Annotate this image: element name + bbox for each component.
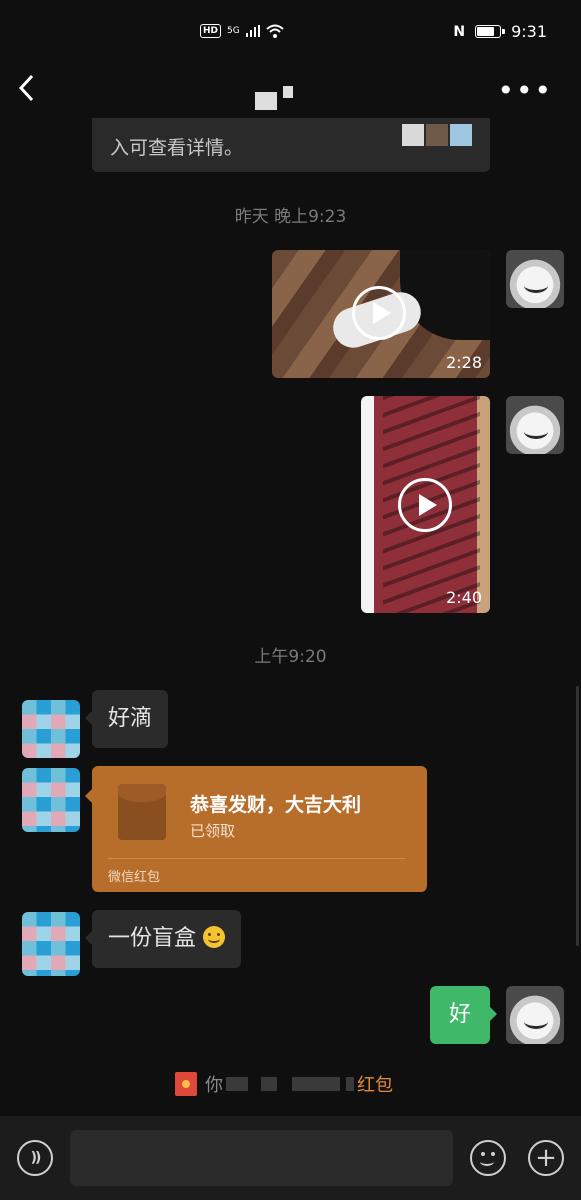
- avatar[interactable]: [22, 700, 80, 758]
- more-button[interactable]: •••: [497, 64, 553, 118]
- video-message[interactable]: 2:40: [361, 396, 490, 613]
- status-time: 9:31: [511, 22, 547, 41]
- scrollbar[interactable]: [576, 686, 579, 946]
- red-packet-small-icon: [175, 1072, 197, 1096]
- signal-icon: 5G: [227, 26, 240, 36]
- shared-card-text: 入可查看详情。: [110, 137, 244, 159]
- plus-icon[interactable]: +: [528, 1140, 564, 1176]
- system-notice: 你 红包: [175, 1070, 393, 1098]
- battery-icon: [475, 25, 506, 38]
- system-notice-prefix: 你: [205, 1075, 223, 1096]
- chat-messages[interactable]: 入可查看详情。 昨天 晚上9:23 2:28 2:40 上午9:20 好滴 恭喜…: [0, 118, 581, 1116]
- message-bubble[interactable]: 好滴: [84, 690, 169, 748]
- chevron-left-icon: [18, 74, 34, 102]
- wifi-icon: [266, 24, 284, 38]
- red-packet-icon: [118, 784, 166, 840]
- avatar[interactable]: [506, 250, 564, 308]
- shared-card[interactable]: 入可查看详情。: [92, 118, 490, 172]
- network-indicators: HD 5G: [200, 24, 284, 38]
- play-icon: [352, 286, 406, 340]
- back-button[interactable]: [18, 74, 34, 108]
- shared-card-thumbnails: [402, 124, 472, 146]
- video-duration: 2:28: [446, 353, 482, 372]
- status-right: N 9:31: [453, 22, 547, 41]
- input-bar: +: [0, 1116, 581, 1200]
- chat-title-blurred: [255, 86, 293, 110]
- avatar[interactable]: [506, 986, 564, 1044]
- red-packet-footer: 微信红包: [108, 870, 161, 885]
- battery-level: [477, 27, 495, 36]
- message-bubble[interactable]: 一份盲盒: [84, 910, 242, 968]
- video-duration: 2:40: [446, 588, 482, 607]
- smile-emoji-icon: [203, 926, 226, 948]
- emoji-icon[interactable]: [470, 1140, 506, 1176]
- hd-icon: HD: [200, 24, 222, 38]
- my-message-bubble[interactable]: 好: [430, 986, 497, 1044]
- timestamp: 昨天 晚上9:23: [234, 207, 347, 227]
- chat-header: •••: [0, 64, 581, 118]
- message-text: 一份盲盒: [108, 926, 197, 951]
- voice-icon[interactable]: [17, 1140, 53, 1176]
- avatar[interactable]: [22, 912, 80, 976]
- signal-bars-icon: [245, 25, 260, 37]
- avatar[interactable]: [506, 396, 564, 454]
- video-message[interactable]: 2:28: [272, 250, 490, 378]
- timestamp: 上午9:20: [254, 647, 327, 667]
- red-packet-link[interactable]: 红包: [357, 1071, 393, 1097]
- divider: [108, 858, 405, 859]
- message-input[interactable]: [70, 1130, 453, 1186]
- red-packet-message[interactable]: 恭喜发财，大吉大利 已领取 微信红包: [85, 766, 427, 892]
- status-bar: HD 5G N 9:31: [0, 0, 581, 64]
- red-packet-status: 已领取: [190, 822, 236, 840]
- nfc-icon: N: [453, 23, 466, 40]
- play-icon: [398, 478, 452, 532]
- red-packet-title: 恭喜发财，大吉大利: [190, 794, 362, 816]
- avatar[interactable]: [22, 768, 80, 832]
